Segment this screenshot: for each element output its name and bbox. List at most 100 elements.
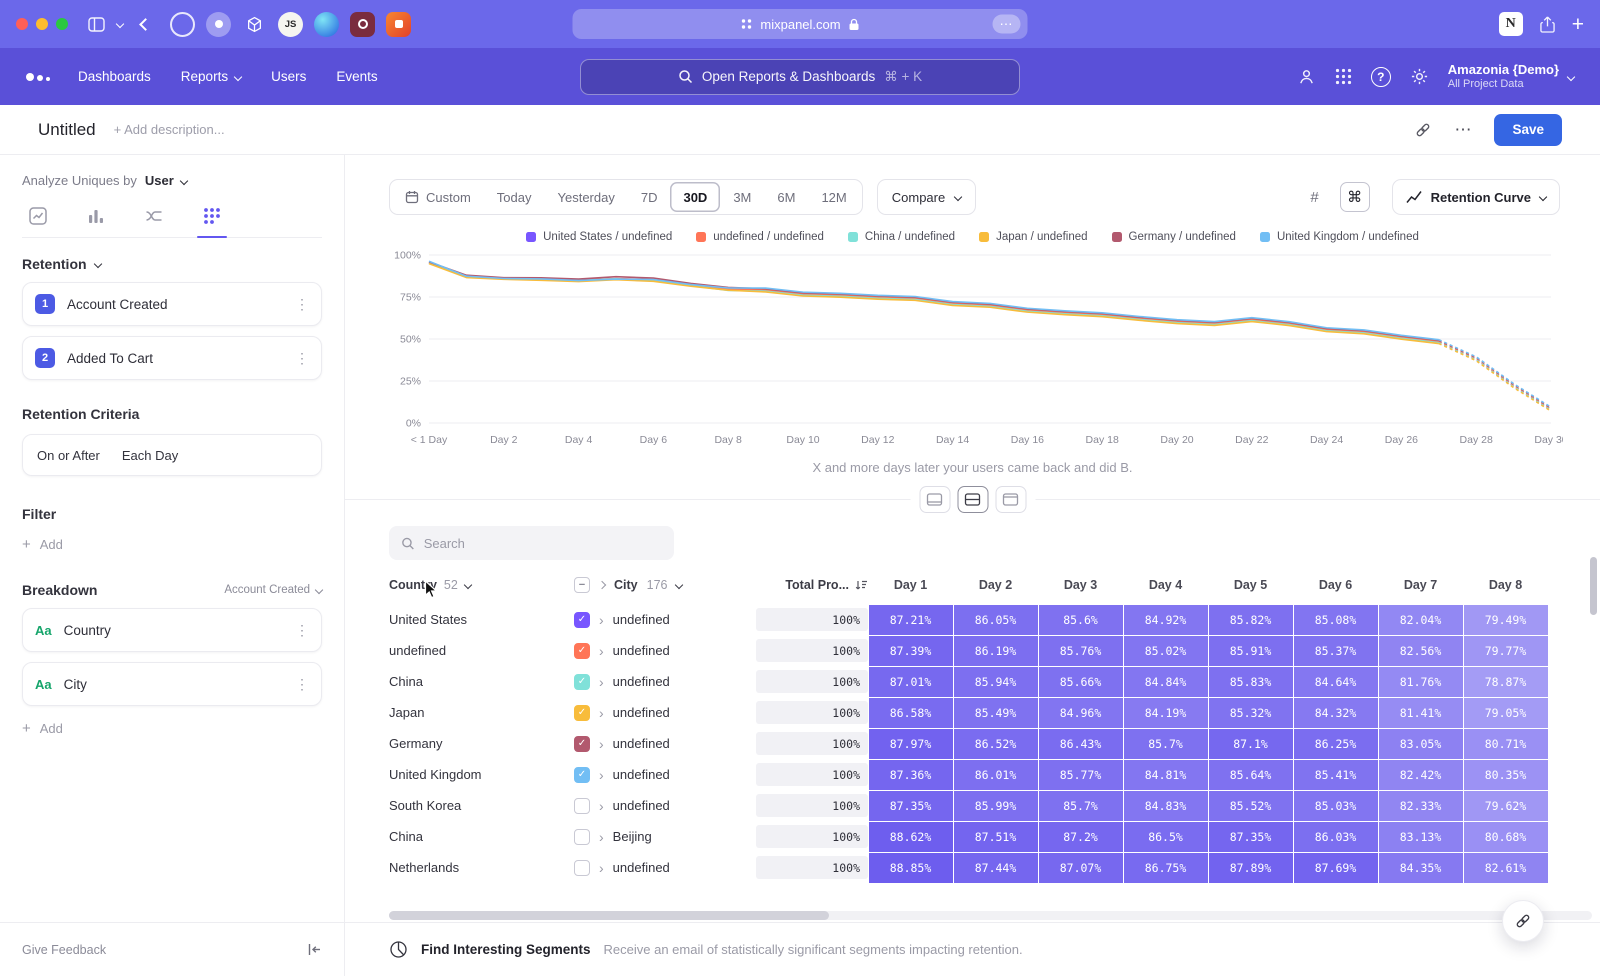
series-line-dashed-2[interactable] bbox=[1439, 343, 1551, 411]
day-value-cell[interactable]: 85.41% bbox=[1294, 760, 1378, 790]
total-cell[interactable]: 100% bbox=[756, 856, 868, 879]
address-more-button[interactable]: ⋯ bbox=[993, 15, 1021, 34]
day-value-cell[interactable]: 87.21% bbox=[869, 605, 953, 635]
day-column-header[interactable]: Day 5 bbox=[1208, 578, 1293, 592]
day-value-cell[interactable]: 82.56% bbox=[1379, 636, 1463, 666]
date-range-7d[interactable]: 7D bbox=[628, 182, 671, 212]
notion-extension-icon[interactable]: N bbox=[1499, 12, 1523, 36]
minimize-window-button[interactable] bbox=[36, 18, 48, 30]
day-value-cell[interactable]: 87.97% bbox=[869, 729, 953, 759]
password-extension-icon[interactable] bbox=[350, 12, 375, 37]
day-value-cell[interactable]: 79.05% bbox=[1464, 698, 1548, 728]
more-options-button[interactable]: ⋯ bbox=[1454, 120, 1472, 140]
series-line-3[interactable] bbox=[429, 264, 1439, 344]
sort-icon[interactable] bbox=[855, 579, 868, 591]
close-window-button[interactable] bbox=[16, 18, 28, 30]
day-value-cell[interactable]: 86.43% bbox=[1039, 729, 1123, 759]
day-value-cell[interactable]: 85.77% bbox=[1039, 760, 1123, 790]
kebab-menu-icon[interactable]: ⋮ bbox=[295, 676, 309, 693]
table-only-toggle[interactable] bbox=[995, 486, 1026, 513]
hash-button[interactable]: # bbox=[1300, 182, 1330, 212]
horizontal-scrollbar-thumb[interactable] bbox=[389, 911, 829, 920]
total-cell[interactable]: 100% bbox=[756, 670, 868, 693]
day-value-cell[interactable]: 87.69% bbox=[1294, 853, 1378, 883]
report-title[interactable]: Untitled bbox=[38, 120, 96, 140]
day-value-cell[interactable]: 86.25% bbox=[1294, 729, 1378, 759]
cube-extension-icon[interactable] bbox=[242, 12, 267, 37]
add-breakdown-button[interactable]: + Add bbox=[22, 721, 322, 736]
day-value-cell[interactable]: 87.35% bbox=[1209, 822, 1293, 852]
day-value-cell[interactable]: 86.03% bbox=[1294, 822, 1378, 852]
row-checkbox[interactable] bbox=[574, 829, 590, 845]
segments-title[interactable]: Find Interesting Segments bbox=[421, 942, 591, 957]
new-tab-button[interactable]: + bbox=[1572, 14, 1584, 35]
day-value-cell[interactable]: 86.01% bbox=[954, 760, 1038, 790]
table-search[interactable] bbox=[389, 526, 674, 560]
breakdown-context-dropdown[interactable]: Account Created bbox=[224, 584, 322, 596]
city-name[interactable]: undefined bbox=[613, 798, 670, 813]
city-name[interactable]: undefined bbox=[613, 643, 670, 658]
day-column-header[interactable]: Day 8 bbox=[1463, 578, 1548, 592]
criteria-each-day[interactable]: Each Day bbox=[122, 448, 178, 463]
nav-dashboards[interactable]: Dashboards bbox=[78, 69, 151, 84]
day-value-cell[interactable]: 80.71% bbox=[1464, 729, 1548, 759]
total-cell[interactable]: 100% bbox=[756, 763, 868, 786]
day-value-cell[interactable]: 88.62% bbox=[869, 822, 953, 852]
day-value-cell[interactable]: 81.41% bbox=[1379, 698, 1463, 728]
country-cell[interactable]: undefined bbox=[389, 643, 574, 658]
total-column-header[interactable]: Total Pro... bbox=[756, 578, 868, 592]
criteria-on-or-after[interactable]: On or After bbox=[37, 448, 100, 463]
row-checkbox[interactable]: ✓ bbox=[574, 705, 590, 721]
day-value-cell[interactable]: 85.7% bbox=[1124, 729, 1208, 759]
breakdown-item[interactable]: AaCity⋮ bbox=[22, 662, 322, 706]
city-name[interactable]: undefined bbox=[613, 612, 670, 627]
day-value-cell[interactable]: 87.89% bbox=[1209, 853, 1293, 883]
legend-item[interactable]: Japan / undefined bbox=[979, 231, 1087, 243]
day-column-header[interactable]: Day 6 bbox=[1293, 578, 1378, 592]
timer-extension-icon[interactable] bbox=[170, 12, 195, 37]
share-icon[interactable] bbox=[1540, 16, 1555, 33]
day-value-cell[interactable]: 87.39% bbox=[869, 636, 953, 666]
analyze-entity-dropdown[interactable]: User bbox=[145, 173, 187, 188]
day-value-cell[interactable]: 84.84% bbox=[1124, 667, 1208, 697]
day-value-cell[interactable]: 85.32% bbox=[1209, 698, 1293, 728]
day-value-cell[interactable]: 85.08% bbox=[1294, 605, 1378, 635]
browser-extension-icon[interactable] bbox=[314, 12, 339, 37]
expand-chevron-icon[interactable]: › bbox=[599, 737, 604, 751]
day-value-cell[interactable]: 86.19% bbox=[954, 636, 1038, 666]
series-line-dashed-3[interactable] bbox=[1439, 344, 1551, 412]
row-checkbox[interactable] bbox=[574, 860, 590, 876]
day-value-cell[interactable]: 82.33% bbox=[1379, 791, 1463, 821]
day-value-cell[interactable]: 85.76% bbox=[1039, 636, 1123, 666]
breakdown-item[interactable]: AaCountry⋮ bbox=[22, 608, 322, 652]
total-cell[interactable]: 100% bbox=[756, 701, 868, 724]
total-cell[interactable]: 100% bbox=[756, 608, 868, 631]
row-checkbox[interactable] bbox=[574, 798, 590, 814]
day-value-cell[interactable]: 84.81% bbox=[1124, 760, 1208, 790]
zoom-window-button[interactable] bbox=[56, 18, 68, 30]
row-checkbox[interactable]: ✓ bbox=[574, 767, 590, 783]
date-range-custom[interactable]: Custom bbox=[392, 182, 484, 212]
day-value-cell[interactable]: 85.94% bbox=[954, 667, 1038, 697]
day-value-cell[interactable]: 79.77% bbox=[1464, 636, 1548, 666]
country-cell[interactable]: Japan bbox=[389, 705, 574, 720]
date-range-yesterday[interactable]: Yesterday bbox=[545, 182, 628, 212]
select-all-checkbox[interactable]: − bbox=[574, 577, 590, 593]
expand-chevron-icon[interactable]: › bbox=[599, 768, 604, 782]
expand-all-chevron-icon[interactable] bbox=[598, 581, 606, 589]
share-link-fab[interactable] bbox=[1502, 900, 1544, 942]
day-value-cell[interactable]: 84.32% bbox=[1294, 698, 1378, 728]
project-switcher[interactable]: Amazonia {Demo} All Project Data bbox=[1448, 62, 1574, 92]
kebab-menu-icon[interactable]: ⋮ bbox=[295, 622, 309, 639]
browser-sidebar-toggle-icon[interactable] bbox=[88, 17, 105, 32]
gear-icon[interactable] bbox=[1410, 67, 1429, 86]
day-value-cell[interactable]: 84.92% bbox=[1124, 605, 1208, 635]
tab-retention[interactable] bbox=[202, 206, 222, 226]
retention-step[interactable]: 2Added To Cart⋮ bbox=[22, 336, 322, 380]
chevron-down-icon[interactable] bbox=[116, 20, 124, 28]
city-name[interactable]: Beijing bbox=[613, 829, 652, 844]
day-column-header[interactable]: Day 7 bbox=[1378, 578, 1463, 592]
day-value-cell[interactable]: 85.6% bbox=[1039, 605, 1123, 635]
date-range-12m[interactable]: 12M bbox=[808, 182, 859, 212]
day-value-cell[interactable]: 85.03% bbox=[1294, 791, 1378, 821]
